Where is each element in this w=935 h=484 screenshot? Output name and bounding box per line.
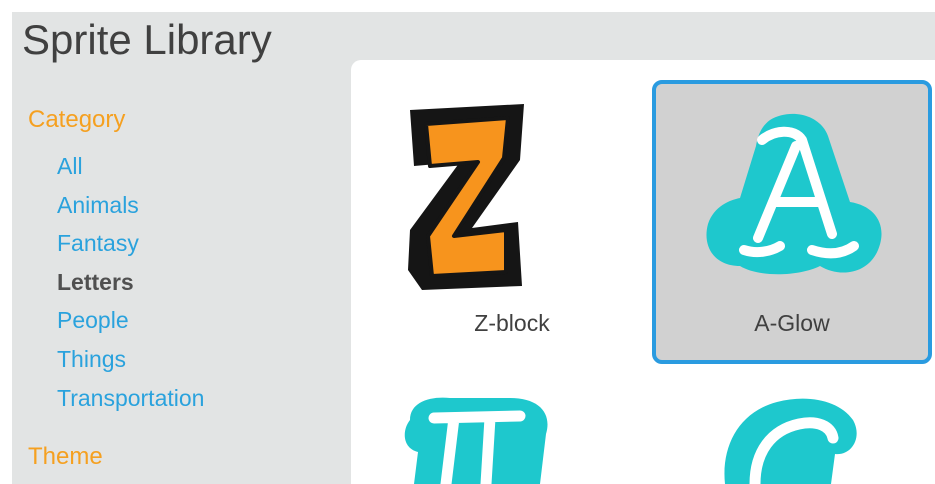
category-item-transportation[interactable]: Transportation xyxy=(57,379,204,418)
b-glow-icon xyxy=(404,397,548,484)
z-block-icon xyxy=(408,104,524,290)
category-list: All Animals Fantasy Letters People Thing… xyxy=(57,147,204,417)
category-item-people[interactable]: People xyxy=(57,301,204,340)
theme-heading: Theme xyxy=(28,443,103,470)
a-glow-icon xyxy=(706,113,882,275)
category-item-things[interactable]: Things xyxy=(57,340,204,379)
category-item-all[interactable]: All xyxy=(57,147,204,186)
category-item-animals[interactable]: Animals xyxy=(57,186,204,225)
sprite-name: A-Glow xyxy=(754,310,830,336)
sprite-tile-c-glow[interactable] xyxy=(715,390,865,484)
page-title: Sprite Library xyxy=(22,16,272,63)
c-glow-icon xyxy=(724,398,857,484)
sprite-tile-z-block[interactable]: Z-block xyxy=(372,88,652,372)
sprite-name: Z-block xyxy=(474,310,550,336)
category-item-fantasy[interactable]: Fantasy xyxy=(57,224,204,263)
sprite-tile-a-glow[interactable]: A-Glow xyxy=(652,80,932,364)
category-heading: Category xyxy=(28,106,126,133)
category-item-letters[interactable]: Letters xyxy=(57,263,204,302)
sprite-tile-b-glow[interactable] xyxy=(390,390,560,484)
